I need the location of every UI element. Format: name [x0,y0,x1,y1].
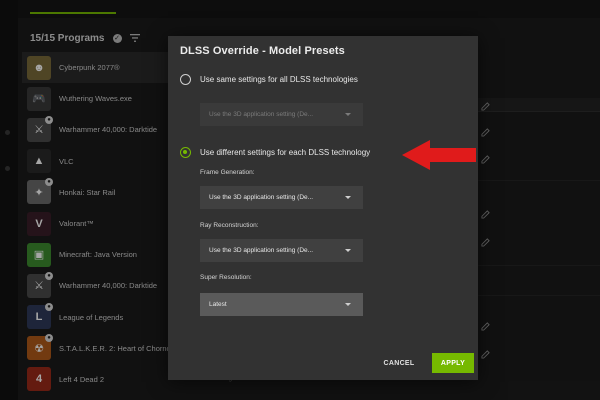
same-settings-dropdown[interactable]: Use the 3D application setting (De... [200,103,363,126]
dropdown-value: Use the 3D application setting (De... [209,247,314,254]
apply-button[interactable]: APPLY [432,353,474,373]
option-different-label: Use different settings for each DLSS tec… [200,148,371,157]
chevron-down-icon [345,249,351,252]
option-same-settings[interactable]: Use same settings for all DLSS technolog… [180,74,358,85]
option-same-label: Use same settings for all DLSS technolog… [200,75,358,84]
radio-same-settings[interactable] [180,74,191,85]
dropdown-value: Latest [209,301,227,308]
cancel-button[interactable]: CANCEL [380,354,418,372]
super-resolution-label: Super Resolution: [200,274,252,281]
ray-reconstruction-label: Ray Reconstruction: [200,222,259,229]
red-arrow-annotation-icon [402,140,476,170]
ray-reconstruction-dropdown[interactable]: Use the 3D application setting (De... [200,239,363,262]
dropdown-value: Use the 3D application setting (De... [209,111,314,118]
radio-different-settings[interactable] [180,147,191,158]
option-different-settings[interactable]: Use different settings for each DLSS tec… [180,147,370,158]
dialog-title: DLSS Override - Model Presets [180,45,345,57]
dropdown-value: Use the 3D application setting (De... [209,194,314,201]
frame-generation-label: Frame Generation: [200,169,255,176]
super-resolution-dropdown[interactable]: Latest [200,293,363,316]
chevron-down-icon [345,303,351,306]
frame-generation-dropdown[interactable]: Use the 3D application setting (De... [200,186,363,209]
chevron-down-icon [345,196,351,199]
dlss-override-dialog: DLSS Override - Model Presets Use same s… [168,36,478,380]
chevron-down-icon [345,113,351,116]
